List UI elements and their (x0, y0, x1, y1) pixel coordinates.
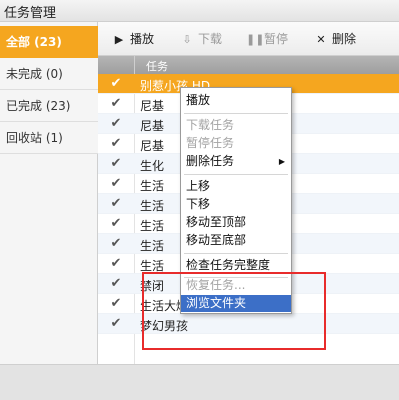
context-menu: 播放 下载任务 暂停任务 删除任务 ▶ 上移 下移 移动至顶部 移动至底部 检查… (180, 87, 292, 314)
delete-button[interactable]: ✕ 删除 (314, 22, 356, 56)
check-icon[interactable]: ✔ (108, 76, 124, 92)
table-row[interactable]: ✔ 梦幻男孩 (98, 314, 399, 334)
menu-item-download-task[interactable]: 下载任务 (181, 117, 291, 134)
menu-item-delete-task[interactable]: 删除任务 ▶ (181, 153, 291, 170)
toolbar: ▶ 播放 ⇩ 下载 ❚❚暂停 ✕ 删除 (98, 22, 399, 56)
pause-button[interactable]: ❚❚暂停 (246, 22, 288, 56)
menu-separator (184, 253, 288, 254)
title-bar: 任务管理 (0, 0, 399, 22)
close-icon: ✕ (316, 33, 326, 46)
submenu-arrow-icon: ▶ (278, 157, 285, 166)
play-button[interactable]: ▶ 播放 (112, 22, 154, 56)
check-icon[interactable]: ✔ (108, 216, 124, 232)
play-label: 播放 (130, 32, 155, 46)
menu-separator (184, 174, 288, 175)
menu-item-check-integrity[interactable]: 检查任务完整度 (181, 257, 291, 274)
task-name: 尼基 (140, 119, 165, 133)
column-divider (134, 56, 135, 74)
check-icon[interactable]: ✔ (108, 156, 124, 172)
sidebar-item-completed[interactable]: 已完成 (23) (0, 90, 98, 122)
menu-item-move-bottom[interactable]: 移动至底部 (181, 232, 291, 249)
check-icon[interactable]: ✔ (108, 176, 124, 192)
sidebar-item-incomplete[interactable]: 未完成 (0) (0, 58, 98, 90)
check-icon[interactable]: ✔ (108, 116, 124, 132)
menu-item-move-down[interactable]: 下移 (181, 196, 291, 213)
task-name: 尼基 (140, 139, 165, 153)
check-icon[interactable]: ✔ (108, 96, 124, 112)
task-name: 生活 (140, 179, 165, 193)
sidebar: 全部 (23) 未完成 (0) 已完成 (23) 回收站 (1) (0, 22, 98, 364)
task-name: 生化 (140, 159, 165, 173)
check-icon[interactable]: ✔ (108, 296, 124, 312)
task-name: 生活 (140, 239, 165, 253)
status-bar (0, 364, 399, 400)
menu-item-browse-folder[interactable]: 浏览文件夹 (181, 295, 291, 312)
task-column-header[interactable]: 任务 (146, 58, 168, 74)
sidebar-item-recycle-bin[interactable]: 回收站 (1) (0, 122, 98, 154)
menu-separator (184, 113, 288, 114)
task-name: 梦幻男孩 (140, 319, 189, 333)
check-icon[interactable]: ✔ (108, 236, 124, 252)
table-header: 任务 (98, 56, 399, 74)
check-icon[interactable]: ✔ (108, 196, 124, 212)
pause-label: 暂停 (264, 32, 289, 46)
menu-item-delete-task-label: 删除任务 (186, 154, 235, 168)
window-title: 任务管理 (4, 6, 57, 21)
check-icon[interactable]: ✔ (108, 136, 124, 152)
play-icon: ▶ (114, 33, 124, 46)
delete-label: 删除 (332, 32, 357, 46)
pause-icon: ❚❚ (246, 33, 265, 46)
check-icon[interactable]: ✔ (108, 316, 124, 332)
menu-item-move-top[interactable]: 移动至顶部 (181, 214, 291, 231)
download-label: 下载 (198, 32, 223, 46)
check-icon[interactable]: ✔ (108, 256, 124, 272)
sidebar-item-all[interactable]: 全部 (23) (0, 26, 98, 58)
task-name: 生活 (140, 199, 165, 213)
menu-item-move-up[interactable]: 上移 (181, 178, 291, 195)
download-icon: ⇩ (182, 33, 192, 46)
menu-item-restore-task[interactable]: 恢复任务... (181, 277, 291, 294)
task-name: 尼基 (140, 99, 165, 113)
menu-item-play[interactable]: 播放 (181, 92, 291, 109)
menu-item-pause-task[interactable]: 暂停任务 (181, 135, 291, 152)
download-button[interactable]: ⇩ 下载 (180, 22, 222, 56)
check-icon[interactable]: ✔ (108, 276, 124, 292)
task-name: 禁闭 (140, 279, 165, 293)
task-name: 生活 (140, 259, 165, 273)
task-name: 生活 (140, 219, 165, 233)
